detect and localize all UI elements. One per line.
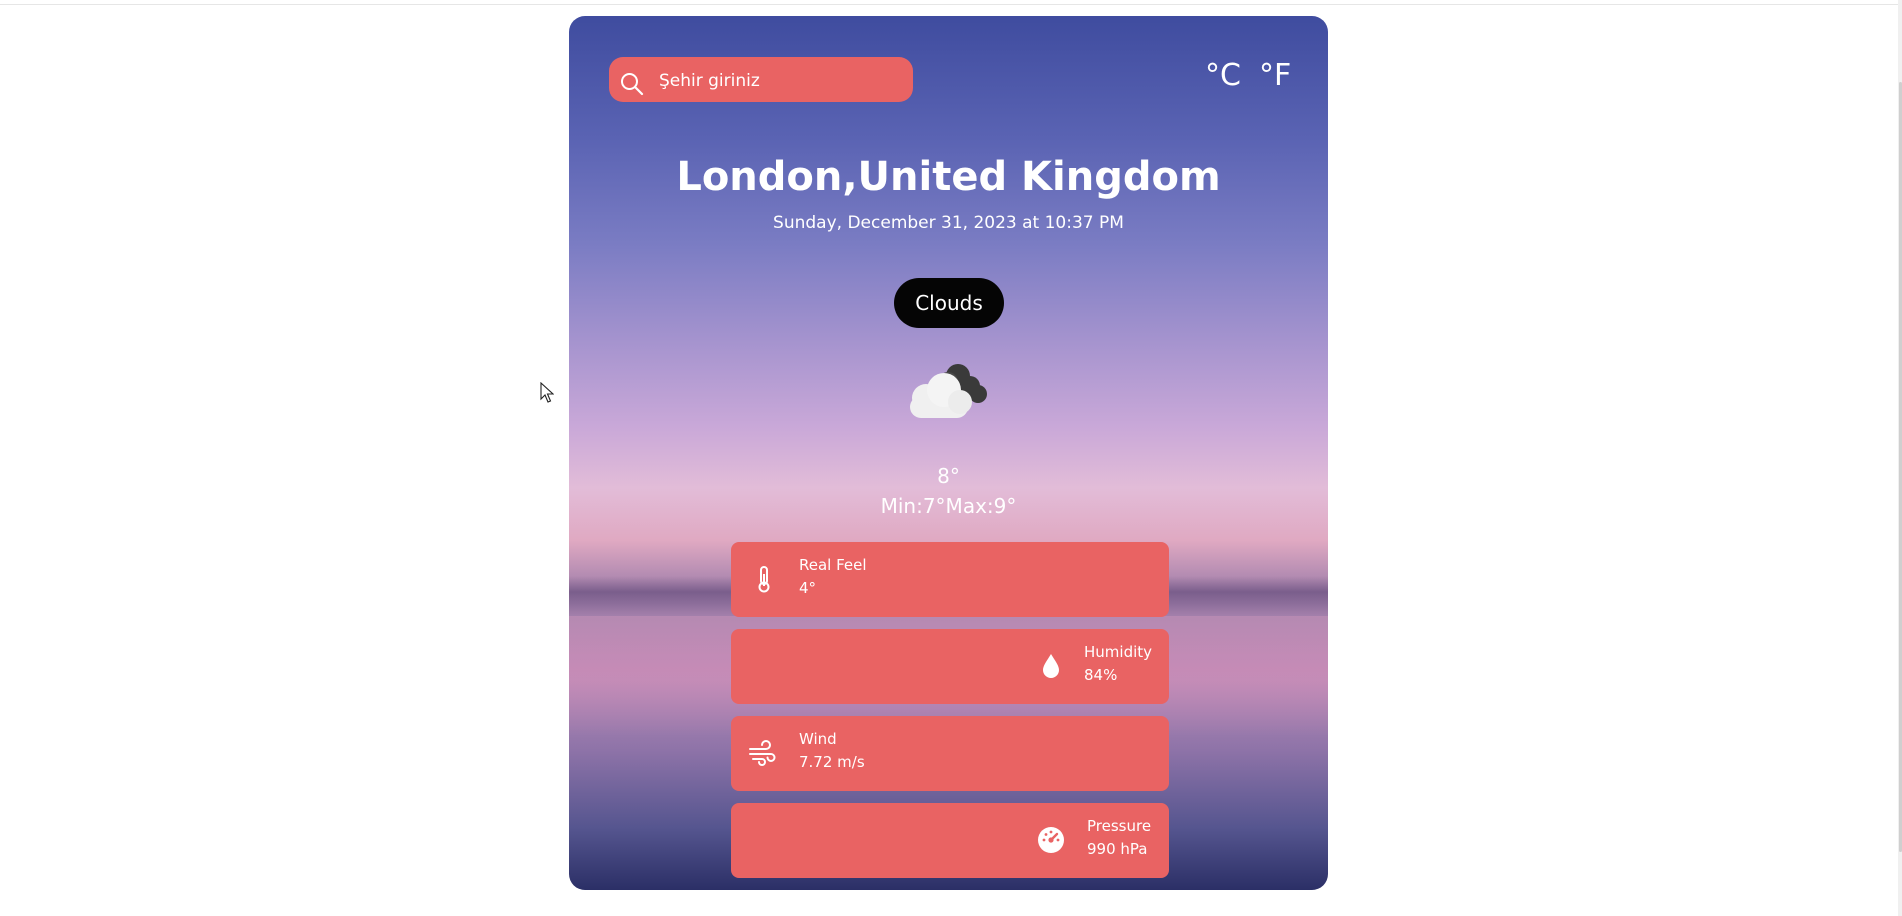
pressure-card: Pressure 990 hPa — [731, 803, 1169, 878]
wind-icon — [747, 738, 777, 768]
humidity-label: Humidity — [1084, 643, 1153, 661]
humidity-value: 84% — [1084, 666, 1118, 684]
mouse-cursor-icon — [540, 381, 555, 404]
celsius-toggle[interactable]: °C — [1205, 58, 1241, 93]
wind-value: 7.72 m/s — [799, 753, 865, 771]
real-feel-card: Real Feel 4° — [731, 542, 1169, 617]
city-title: London,United Kingdom — [676, 154, 1221, 200]
weather-card: °C °F London,United Kingdom Sunday, Dece… — [569, 16, 1328, 890]
real-feel-label: Real Feel — [799, 556, 867, 574]
wind-card: Wind 7.72 m/s — [731, 716, 1169, 791]
city-search-input[interactable] — [657, 57, 901, 104]
thermometer-icon — [749, 564, 779, 594]
search-bar[interactable] — [609, 57, 913, 104]
current-temperature: 8° — [937, 464, 960, 488]
humidity-card: Humidity 84% — [731, 629, 1169, 704]
condition-badge: Clouds — [894, 278, 1004, 328]
pressure-label: Pressure — [1087, 817, 1152, 835]
page-top-border — [0, 4, 1902, 5]
real-feel-value: 4° — [799, 579, 817, 597]
gauge-icon — [1036, 825, 1066, 855]
water-drop-icon — [1036, 651, 1066, 681]
fahrenheit-toggle[interactable]: °F — [1259, 58, 1291, 93]
cloudy-icon — [904, 360, 996, 422]
min-max-temperature: Min:7°Max:9° — [880, 494, 1017, 518]
search-icon[interactable] — [619, 71, 645, 97]
pressure-value: 990 hPa — [1087, 840, 1148, 858]
wind-label: Wind — [799, 730, 837, 748]
scrollbar[interactable] — [1898, 0, 1902, 916]
local-datetime: Sunday, December 31, 2023 at 10:37 PM — [773, 213, 1124, 233]
